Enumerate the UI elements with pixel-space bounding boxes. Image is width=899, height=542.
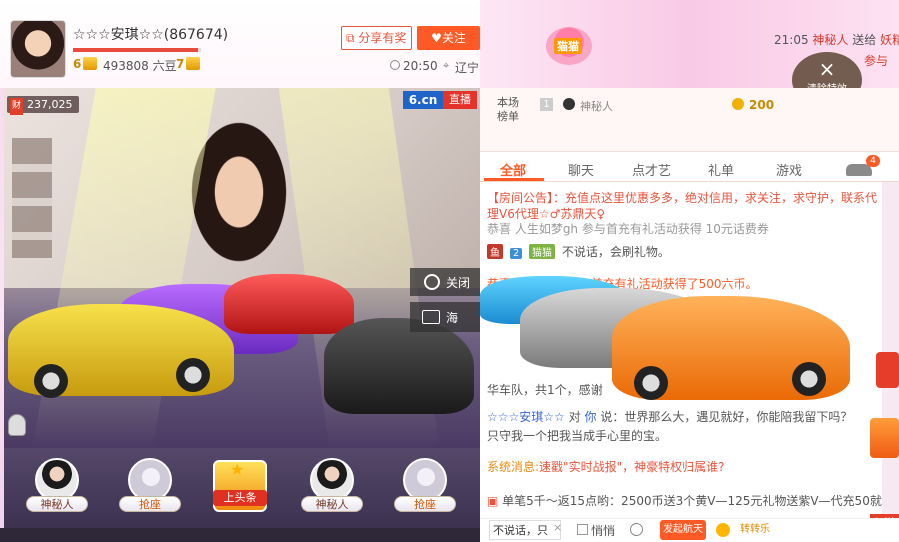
chat-message: 鱼 2 猫猫 不说话，会刷礼物。 — [487, 243, 670, 260]
gift-icon: ▣ — [487, 494, 503, 508]
emoji-icon[interactable] — [630, 523, 643, 536]
grab-seat-label: 抢座 — [119, 496, 181, 512]
team-message: 华车队，共1个，感谢 — [487, 383, 603, 397]
system-message: 系统消息:速戳"实时战报"，神豪特权归属谁? — [487, 458, 724, 475]
notify-line2: 参与 — [864, 54, 889, 68]
launch-flight-button[interactable]: 发起航天 — [660, 520, 706, 540]
level-right: 7 — [176, 57, 185, 71]
user-message-cont: 只守我一个把我当成手心里的宝。 — [487, 429, 668, 443]
level-progress-bar — [73, 48, 201, 52]
grab-seat-label: 抢座 — [394, 496, 456, 512]
chat-input[interactable] — [489, 520, 561, 540]
location-text: 辽宁 — [455, 61, 480, 75]
gift-notification: 21:05 神秘人 送给 妖精 — [774, 31, 899, 48]
side-task-button[interactable] — [870, 418, 899, 458]
wheel — [34, 364, 68, 398]
seat-label: 神秘人 — [26, 496, 88, 512]
gift-car-yellow — [8, 304, 234, 398]
wall-frames — [12, 138, 52, 258]
live-badge: 直播 — [443, 91, 477, 109]
message-body: 说：世界那么大，遇见就好，你能陪我留下吗？ — [600, 410, 853, 424]
wheel — [792, 362, 826, 396]
user-icon — [563, 98, 575, 110]
video-close-label: 关闭 — [446, 276, 471, 290]
level-left: 6 — [73, 57, 82, 71]
whisper-checkbox[interactable] — [577, 524, 588, 535]
wealth-value: 237,025 — [27, 98, 73, 111]
follow-button[interactable]: ♥关注 — [417, 26, 480, 50]
notify-time: 21:05 — [774, 33, 809, 47]
crown-icon — [83, 57, 97, 70]
tab-request-talent[interactable]: 点才艺 — [632, 160, 671, 179]
tab-gift-list[interactable]: 礼单 — [708, 160, 734, 179]
video-player[interactable] — [4, 88, 480, 448]
announcement-text: 充值点这里优惠多多，绝对信用，求关注，求守护，联系代 — [565, 191, 878, 205]
wealth-icon: 财 — [10, 98, 24, 115]
mic-icon[interactable] — [8, 414, 26, 436]
share-label: 分享有奖 — [358, 31, 407, 45]
user-message: ☆☆☆安琪☆☆ 对 你 说：世界那么大，遇见就好，你能陪我留下吗？ — [487, 408, 852, 425]
power-icon — [424, 274, 440, 290]
announcement-line-3: 恭喜 人生如梦gh 参与首充有礼活动获得 10元话费券 — [487, 222, 769, 236]
promo-message: ▣ 单笔5千～返15点哟：2500币送3个黄V—125元礼物送紫V—代充50就送 — [487, 492, 894, 509]
cat-badge-label: 猫猫 — [554, 38, 582, 54]
cat-name-badge: 猫猫 — [529, 244, 556, 259]
rank-position: 1 — [540, 98, 553, 111]
brand-logo: 6.cn — [403, 91, 443, 109]
chat-message-text: 不说话，会刷礼物。 — [561, 245, 670, 259]
side-rail — [882, 182, 899, 518]
system-text[interactable]: 速戳"实时战报"，神豪特权归属谁? — [539, 460, 724, 474]
tab-chat[interactable]: 聊天 — [568, 160, 594, 179]
gift-car-black — [324, 318, 474, 414]
message-to: 对 — [568, 410, 581, 424]
rank-user[interactable]: 神秘人 — [580, 98, 613, 114]
video-image-button[interactable]: 海 — [410, 302, 480, 332]
message-recipient[interactable]: 你 — [584, 410, 596, 424]
fish-badge: 鱼 — [487, 244, 503, 259]
notify-user: 神秘人 — [812, 33, 849, 47]
announcement-prefix: 【房间公告】： — [487, 191, 566, 205]
tab-all[interactable]: 全部 — [500, 160, 526, 179]
bottom-strip — [0, 528, 480, 542]
stream-time: 20:50 — [403, 59, 438, 73]
notify-action: 送给 — [852, 33, 877, 47]
video-close-button[interactable]: 关闭 — [410, 268, 480, 296]
side-promo-button[interactable] — [876, 352, 899, 388]
video-image-label: 海 — [446, 311, 459, 325]
promo-text: 单笔5千～返15点哟：2500币送3个黄V—125元礼物送紫V—代充50就送 — [502, 494, 894, 508]
tab-games[interactable]: 游戏 — [776, 160, 802, 179]
location-icon: ⌖ — [443, 59, 450, 72]
wheel — [176, 358, 210, 392]
close-icon: × — [818, 57, 836, 81]
level-progress-fill — [73, 48, 199, 52]
coin-count: 493808 六豆 — [103, 59, 177, 73]
message-sender[interactable]: ☆☆☆安琪☆☆ — [487, 410, 565, 424]
crown-icon — [186, 57, 200, 70]
share-button[interactable]: ⧉ 分享有奖 — [341, 26, 412, 50]
car-count-badge: 4 — [866, 155, 880, 167]
notify-target: 妖精 — [880, 33, 899, 47]
wealth-badge: 财 237,025 — [7, 96, 79, 115]
star-icon: ★ — [230, 460, 245, 479]
rank-amount: 200 — [749, 98, 775, 112]
level-badge: 2 — [509, 248, 523, 259]
headline-label: 上头条 — [213, 490, 267, 506]
whisper-label: 悄悄 — [591, 524, 616, 538]
clear-input-icon[interactable]: × — [553, 521, 562, 534]
clock-icon — [390, 60, 400, 70]
gift-car-orange — [612, 296, 850, 400]
announcement-line: 【房间公告】：充值点这里优惠多多，绝对信用，求关注，求守护，联系代 — [487, 189, 877, 206]
coin-icon — [732, 98, 744, 110]
rank-title: 本场榜单 — [497, 96, 519, 123]
tab-underline — [484, 178, 544, 181]
image-icon — [422, 310, 440, 324]
gift-car-red — [224, 274, 354, 334]
system-prefix: 系统消息: — [487, 460, 540, 474]
seat-label: 神秘人 — [301, 496, 363, 512]
wheel — [634, 366, 668, 400]
lucky-wheel-button[interactable]: 转转乐 — [716, 520, 770, 540]
share-icon: ⧉ — [346, 31, 359, 45]
anchor-avatar[interactable] — [10, 20, 66, 78]
anchor-name[interactable]: ☆☆☆安琪☆☆(867674) — [73, 24, 228, 44]
